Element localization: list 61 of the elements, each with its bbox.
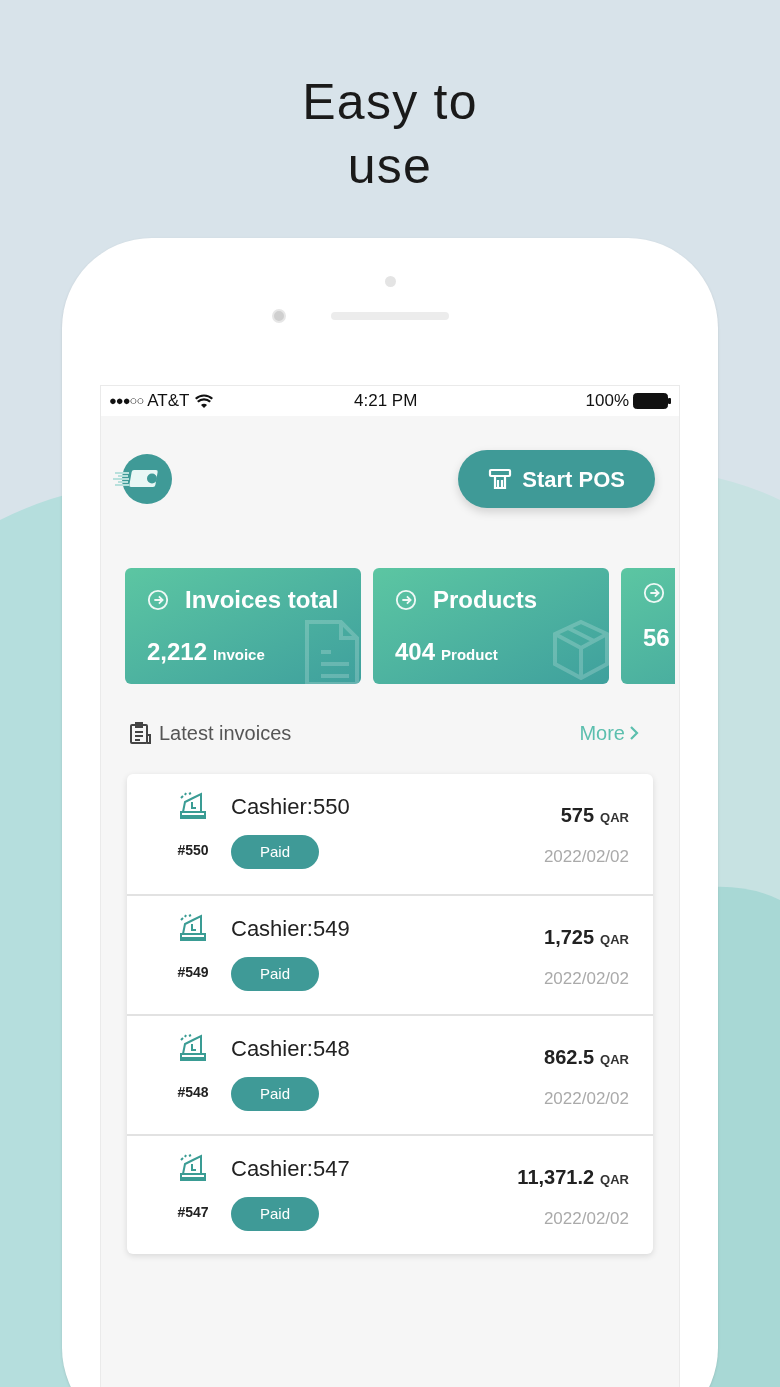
stat-title: Invoices total bbox=[185, 585, 339, 615]
stat-value: 404 bbox=[395, 637, 436, 667]
document-icon bbox=[303, 618, 361, 684]
currency: QAR bbox=[600, 1171, 629, 1189]
headline: Easy to bbox=[302, 73, 478, 132]
clipboard-icon bbox=[129, 721, 151, 745]
cash-register-icon bbox=[178, 790, 208, 820]
status-badge: Paid bbox=[231, 1077, 319, 1111]
invoice-amount: 11,371.2 bbox=[517, 1165, 595, 1190]
chevron-right-icon bbox=[629, 725, 639, 741]
cashier-name: Cashier:549 bbox=[231, 915, 350, 943]
battery-percent: 100% bbox=[585, 390, 629, 413]
stat-card[interactable]: Products 404 Product bbox=[373, 568, 609, 684]
arrow-right-circle-icon bbox=[147, 589, 169, 611]
stat-title: Products bbox=[433, 585, 537, 615]
stat-card[interactable]: 56 bbox=[621, 568, 675, 684]
invoice-number: #549 bbox=[177, 963, 209, 982]
currency: QAR bbox=[600, 1051, 629, 1069]
invoice-amount: 862.5 bbox=[544, 1045, 595, 1070]
currency: QAR bbox=[600, 809, 629, 827]
invoice-number: #550 bbox=[177, 841, 209, 860]
stat-card[interactable]: Invoices total 2,212 Invoice bbox=[125, 568, 361, 684]
wifi-icon bbox=[195, 394, 214, 408]
invoice-date: 2022/02/02 bbox=[543, 1208, 629, 1230]
money-logo-icon bbox=[113, 453, 173, 505]
arrow-right-circle-icon bbox=[395, 589, 417, 611]
invoice-row[interactable]: #549 Cashier:549 Paid 1,725 QAR 2022/02/02 bbox=[127, 894, 653, 1014]
pos-terminal-icon bbox=[488, 467, 513, 491]
invoice-date: 2022/02/02 bbox=[543, 846, 629, 868]
arrow-right-circle-icon bbox=[643, 582, 665, 604]
start-pos-button[interactable]: Start POS bbox=[458, 450, 655, 508]
status-badge: Paid bbox=[231, 957, 319, 991]
status-badge: Paid bbox=[231, 1197, 319, 1231]
clock: 4:21 PM bbox=[354, 390, 418, 413]
carrier: AT&T bbox=[147, 390, 190, 413]
stat-unit: Product bbox=[441, 645, 498, 665]
more-link[interactable]: More bbox=[579, 718, 639, 748]
invoice-row[interactable]: #550 Cashier:550 Paid 575 QAR 2022/02/02 bbox=[127, 774, 653, 894]
signal-dots: ●●●○○ bbox=[109, 392, 144, 411]
cashier-name: Cashier:548 bbox=[231, 1035, 350, 1063]
invoice-amount: 575 bbox=[560, 803, 595, 828]
cashier-name: Cashier:547 bbox=[231, 1155, 350, 1183]
invoice-number: #547 bbox=[177, 1203, 209, 1222]
cash-register-icon bbox=[178, 1152, 208, 1182]
cash-register-icon bbox=[178, 912, 208, 942]
cash-register-icon bbox=[178, 1032, 208, 1062]
stat-value: 2,212 bbox=[147, 637, 208, 667]
section-title: Latest invoices bbox=[159, 721, 292, 746]
battery-icon bbox=[633, 393, 671, 409]
cashier-name: Cashier:550 bbox=[231, 793, 350, 821]
invoice-row[interactable]: #548 Cashier:548 Paid 862.5 QAR 2022/02/02 bbox=[127, 1014, 653, 1134]
invoice-number: #548 bbox=[177, 1083, 209, 1102]
invoice-row[interactable]: #547 Cashier:547 Paid 11,371.2 QAR 2022/02/02 bbox=[127, 1134, 653, 1254]
headline: use bbox=[347, 137, 433, 196]
currency: QAR bbox=[600, 931, 629, 949]
stat-value: 56 bbox=[643, 623, 670, 653]
invoice-date: 2022/02/02 bbox=[543, 1088, 629, 1110]
invoice-date: 2022/02/02 bbox=[543, 968, 629, 990]
status-badge: Paid bbox=[231, 835, 319, 869]
invoice-amount: 1,725 bbox=[544, 925, 595, 950]
stat-unit: Invoice bbox=[213, 645, 265, 665]
